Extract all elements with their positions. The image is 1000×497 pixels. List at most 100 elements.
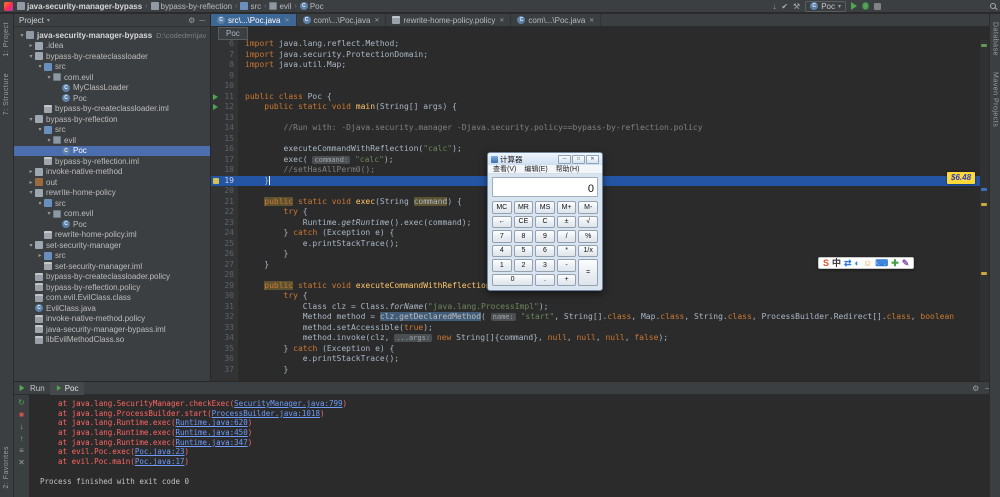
tree-expand-icon[interactable]: ▾ <box>27 242 35 249</box>
vcs-update-icon[interactable]: ↓ <box>772 2 776 11</box>
gutter-cell[interactable]: 26 <box>211 249 238 260</box>
gutter-cell[interactable]: 6 <box>211 39 238 50</box>
tree-item-bypass-by-reflection[interactable]: ▾ bypass-by-reflection <box>14 114 210 125</box>
gutter-cell[interactable]: 14 <box>211 123 238 134</box>
project-panel-header[interactable]: Project ▾ ⚙ ─ <box>14 14 210 27</box>
scroll-down-icon[interactable]: ↓ <box>20 422 24 431</box>
gutter-cell[interactable]: 33 <box>211 323 238 334</box>
gutter-cell[interactable]: 8 <box>211 60 238 71</box>
gutter-cell[interactable]: 35 <box>211 344 238 355</box>
tree-item-bypass-by-reflection-iml[interactable]: bypass-by-reflection.iml <box>14 156 210 167</box>
lang-switch-icon[interactable]: ⇄ <box>844 258 852 268</box>
tree-item-bypass-by-createclassloader-policy[interactable]: bypass-by-createclassloader.policy <box>14 272 210 283</box>
editor-tab-com-poc-java[interactable]: Ccom\...\Poc.java ✕ <box>511 14 602 26</box>
handwriting-icon[interactable]: ✎ <box>902 258 910 268</box>
scroll-up-icon[interactable]: ↑ <box>20 434 24 443</box>
code-line-14[interactable]: 14 //Run with: -Djava.security.manager -… <box>211 123 989 134</box>
calc-close-button[interactable]: ✕ <box>586 154 599 164</box>
hide-panel-icon[interactable]: ─ <box>199 16 205 25</box>
code-line-13[interactable]: 13 <box>211 113 989 124</box>
soft-wrap-icon[interactable]: ≡ <box>19 446 24 455</box>
gutter-cell[interactable]: 27 <box>211 260 238 271</box>
gutter-cell[interactable]: 24 <box>211 228 238 239</box>
tree-item-com-evil[interactable]: ▾ com.evil <box>14 72 210 83</box>
clear-console-icon[interactable]: ✕ <box>18 458 25 467</box>
tree-expand-icon[interactable]: ▾ <box>27 53 35 60</box>
emoji-icon[interactable]: ☺ <box>863 258 872 268</box>
gutter-cell[interactable]: 25 <box>211 239 238 250</box>
stacktrace-link[interactable]: SecurityManager.java:799 <box>234 399 342 408</box>
tree-item-rewrite-home-policy-iml[interactable]: rewrite-home-policy.iml <box>14 230 210 241</box>
code-line-15[interactable]: 15 <box>211 134 989 145</box>
tool-button-maven-projects[interactable]: Maven Projects <box>992 72 999 127</box>
run-gutter-icon[interactable] <box>213 93 218 100</box>
gutter-cell[interactable]: 20 <box>211 186 238 197</box>
build-hammer-icon[interactable]: ⚒ <box>793 2 800 11</box>
tree-expand-icon[interactable]: ▾ <box>36 200 44 207</box>
code-line-32[interactable]: 32 Method method = clz.getDeclaredMethod… <box>211 312 989 323</box>
tree-expand-icon[interactable]: ▾ <box>36 63 44 70</box>
calc-key-mr[interactable]: MR <box>513 201 534 214</box>
gutter-cell[interactable]: 28 <box>211 270 238 281</box>
tree-item-evilclass-java[interactable]: C EvilClass.java <box>14 303 210 314</box>
editor-tab-src-poc-java[interactable]: Csrc\...\Poc.java ✕ <box>211 14 297 26</box>
vcs-commit-icon[interactable]: ✔ <box>781 2 788 11</box>
editor-tab-com-poc-java[interactable]: Ccom\...\Poc.java ✕ <box>297 14 387 26</box>
tree-expand-icon[interactable]: ▾ <box>36 126 44 133</box>
tree-item-myclassloader[interactable]: C MyClassLoader <box>14 83 210 94</box>
breadcrumb-item-src[interactable]: src <box>240 2 261 11</box>
rerun-icon[interactable]: ↻ <box>18 398 25 407</box>
tool-button-structure[interactable]: 7: Structure <box>3 73 10 115</box>
sogou-logo-icon[interactable]: S <box>823 258 829 268</box>
gutter-cell[interactable]: 36 <box>211 354 238 365</box>
run-icon[interactable] <box>851 2 857 10</box>
stop-icon[interactable] <box>874 2 881 10</box>
chinese-mode-icon[interactable]: 中 <box>832 258 841 268</box>
tree-item-src[interactable]: ▾ src <box>14 198 210 209</box>
run-gutter-icon[interactable] <box>213 104 218 111</box>
calc-key-sqrt[interactable]: √ <box>578 215 598 228</box>
code-line-33[interactable]: 33 method.setAccessible(true); <box>211 323 989 334</box>
tree-expand-icon[interactable]: ▾ <box>27 116 35 123</box>
calc-key-percent[interactable]: % <box>578 230 598 243</box>
calc-key-6[interactable]: 6 <box>535 244 555 257</box>
tree-item-poc[interactable]: C Poc <box>14 145 210 156</box>
tree-expand-icon[interactable]: ▾ <box>27 189 35 196</box>
code-line-10[interactable]: 10 <box>211 81 989 92</box>
tree-item-set-security-manager[interactable]: ▾ set-security-manager <box>14 240 210 251</box>
stacktrace-link[interactable]: Runtime.java:347 <box>175 438 247 447</box>
calc-key-plus[interactable]: + <box>556 273 577 286</box>
tree-item-java-security-manager-bypass-iml[interactable]: java-security-manager-bypass.iml <box>14 324 210 335</box>
calc-key-clear[interactable]: C <box>535 215 555 228</box>
code-line-6[interactable]: 6 import java.lang.reflect.Method; <box>211 39 989 50</box>
calc-key-3[interactable]: 3 <box>535 259 555 272</box>
breadcrumb-item-evil[interactable]: evil <box>269 2 291 11</box>
tree-item-bypass-by-createclassloader[interactable]: ▾ bypass-by-createclassloader <box>14 51 210 62</box>
fullwidth-icon[interactable]: ◐ <box>855 258 860 268</box>
code-line-12[interactable]: 12 public static void main(String[] args… <box>211 102 989 113</box>
breadcrumb-item-bypass-by-reflection[interactable]: bypass-by-reflection <box>150 2 232 11</box>
tree-item-src[interactable]: ▸ src <box>14 251 210 262</box>
calc-maximize-button[interactable]: □ <box>572 154 585 164</box>
calc-key-0[interactable]: 0 <box>492 273 534 286</box>
stacktrace-link[interactable]: Runtime.java:450 <box>175 428 247 437</box>
gutter-cell[interactable]: 29 <box>211 281 238 292</box>
tree-item-idea[interactable]: ▸ .idea <box>14 41 210 52</box>
gutter-cell[interactable]: 16 <box>211 144 238 155</box>
gutter-cell[interactable]: 22 <box>211 207 238 218</box>
calc-key-decimal[interactable]: . <box>535 273 555 286</box>
tool-button-project[interactable]: 1: Project <box>3 22 10 57</box>
tree-item-poc[interactable]: C Poc <box>14 219 210 230</box>
settings-icon[interactable]: ⚙ <box>972 384 979 393</box>
calc-key-equals[interactable]: = <box>578 259 598 286</box>
calc-key-minus[interactable]: - <box>556 259 577 272</box>
tree-item-out[interactable]: ▸ out <box>14 177 210 188</box>
stacktrace-link[interactable]: Runtime.java:620 <box>175 418 247 427</box>
stripe-mark[interactable] <box>981 188 987 191</box>
code-line-35[interactable]: 35 } catch (Exception e) { <box>211 344 989 355</box>
tree-expand-icon[interactable]: ▸ <box>36 252 44 259</box>
calc-key-reciprocal[interactable]: 1/x <box>578 244 598 257</box>
tree-item-libevilmethodclass-so[interactable]: libEvilMethodClass.so <box>14 335 210 346</box>
close-tab-icon[interactable]: ✕ <box>284 17 289 24</box>
error-stripe[interactable] <box>980 40 989 381</box>
